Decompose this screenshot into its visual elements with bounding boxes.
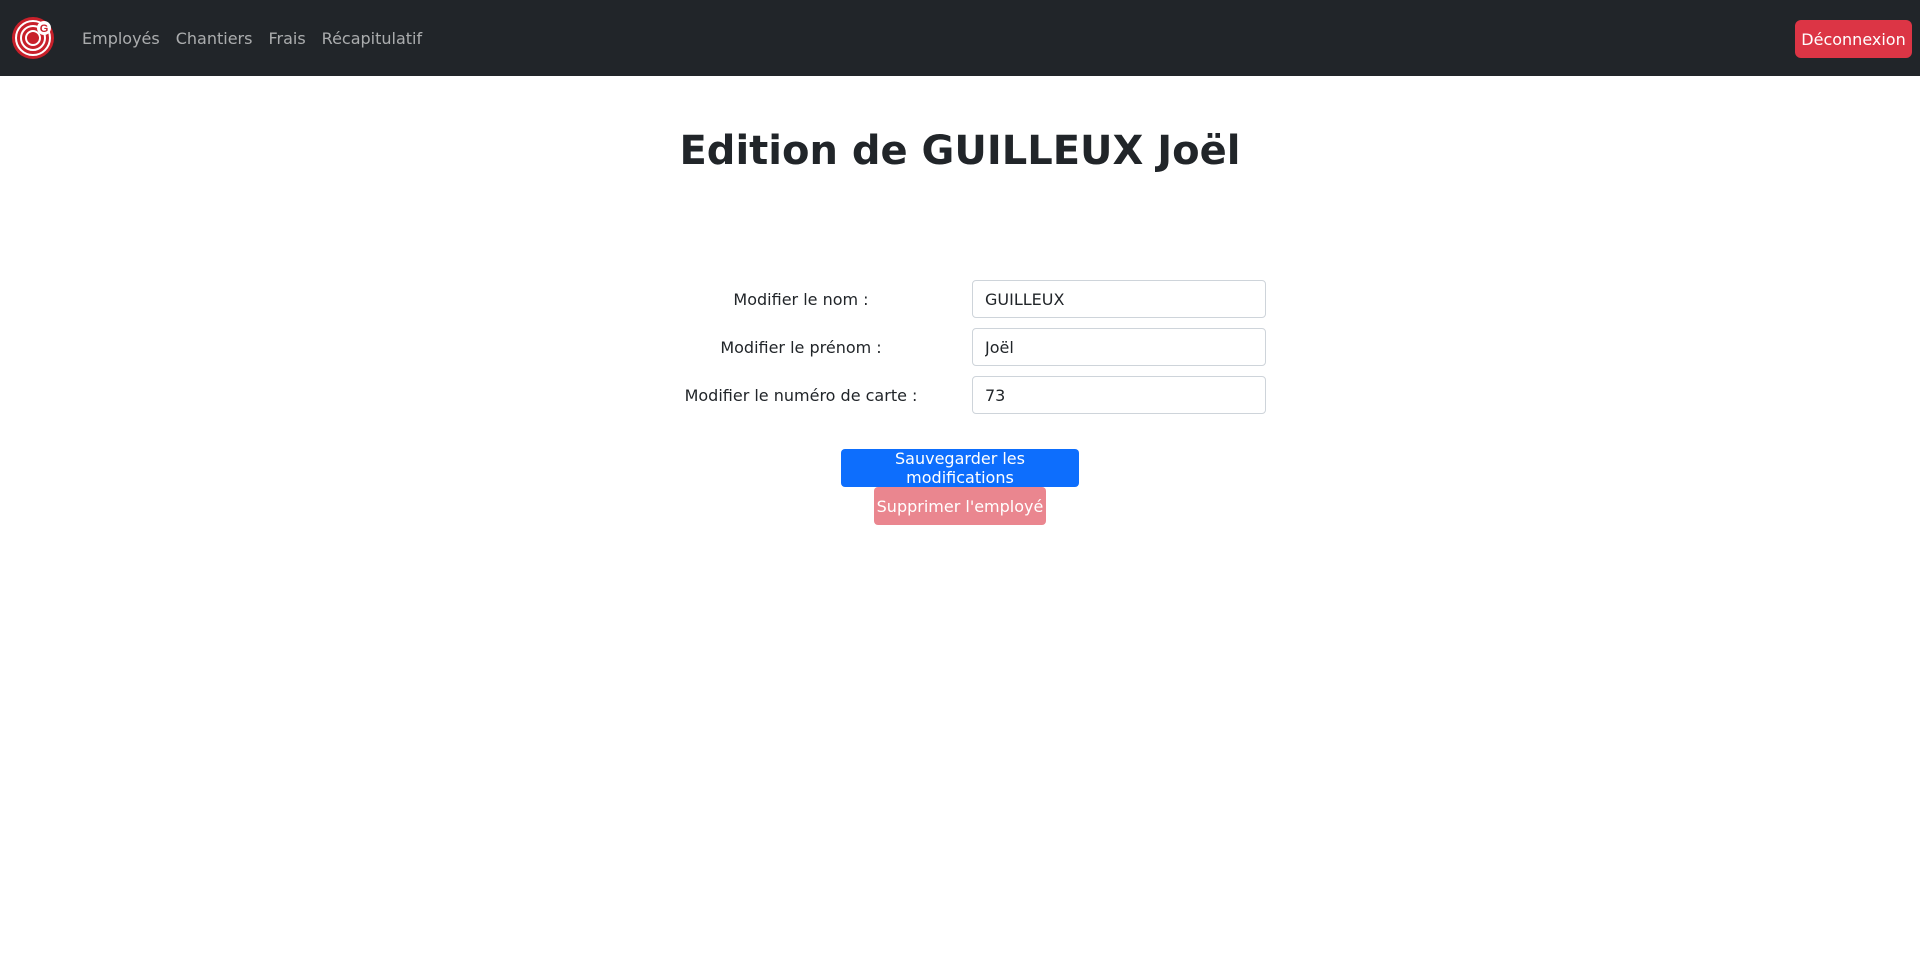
nav-links: Employés Chantiers Frais Récapitulatif [82, 0, 438, 76]
form-row-carte: Modifier le numéro de carte : [0, 376, 1920, 416]
company-logo[interactable]: G [10, 15, 56, 61]
nom-label: Modifier le nom : [733, 290, 869, 309]
top-navbar: G Employés Chantiers Frais Récapitulatif… [0, 0, 1920, 76]
nom-input[interactable] [972, 280, 1266, 318]
nav-item-employes[interactable]: Employés [82, 29, 160, 48]
prenom-input[interactable] [972, 328, 1266, 366]
save-button[interactable]: Sauvegarder les modifications [841, 449, 1079, 487]
logo-letter: G [40, 23, 49, 35]
nav-item-recapitulatif[interactable]: Récapitulatif [322, 29, 422, 48]
carte-input[interactable] [972, 376, 1266, 414]
nav-item-chantiers[interactable]: Chantiers [176, 29, 253, 48]
logout-button[interactable]: Déconnexion [1795, 20, 1912, 58]
page-title: Edition de GUILLEUX Joël [679, 128, 1241, 174]
logo-mark-icon: G [12, 17, 54, 59]
delete-employee-button[interactable]: Supprimer l'employé [874, 487, 1046, 525]
nav-item-frais[interactable]: Frais [268, 29, 305, 48]
prenom-label: Modifier le prénom : [720, 338, 882, 357]
form-row-nom: Modifier le nom : [0, 280, 1920, 320]
carte-label: Modifier le numéro de carte : [684, 386, 918, 405]
form-row-prenom: Modifier le prénom : [0, 328, 1920, 368]
